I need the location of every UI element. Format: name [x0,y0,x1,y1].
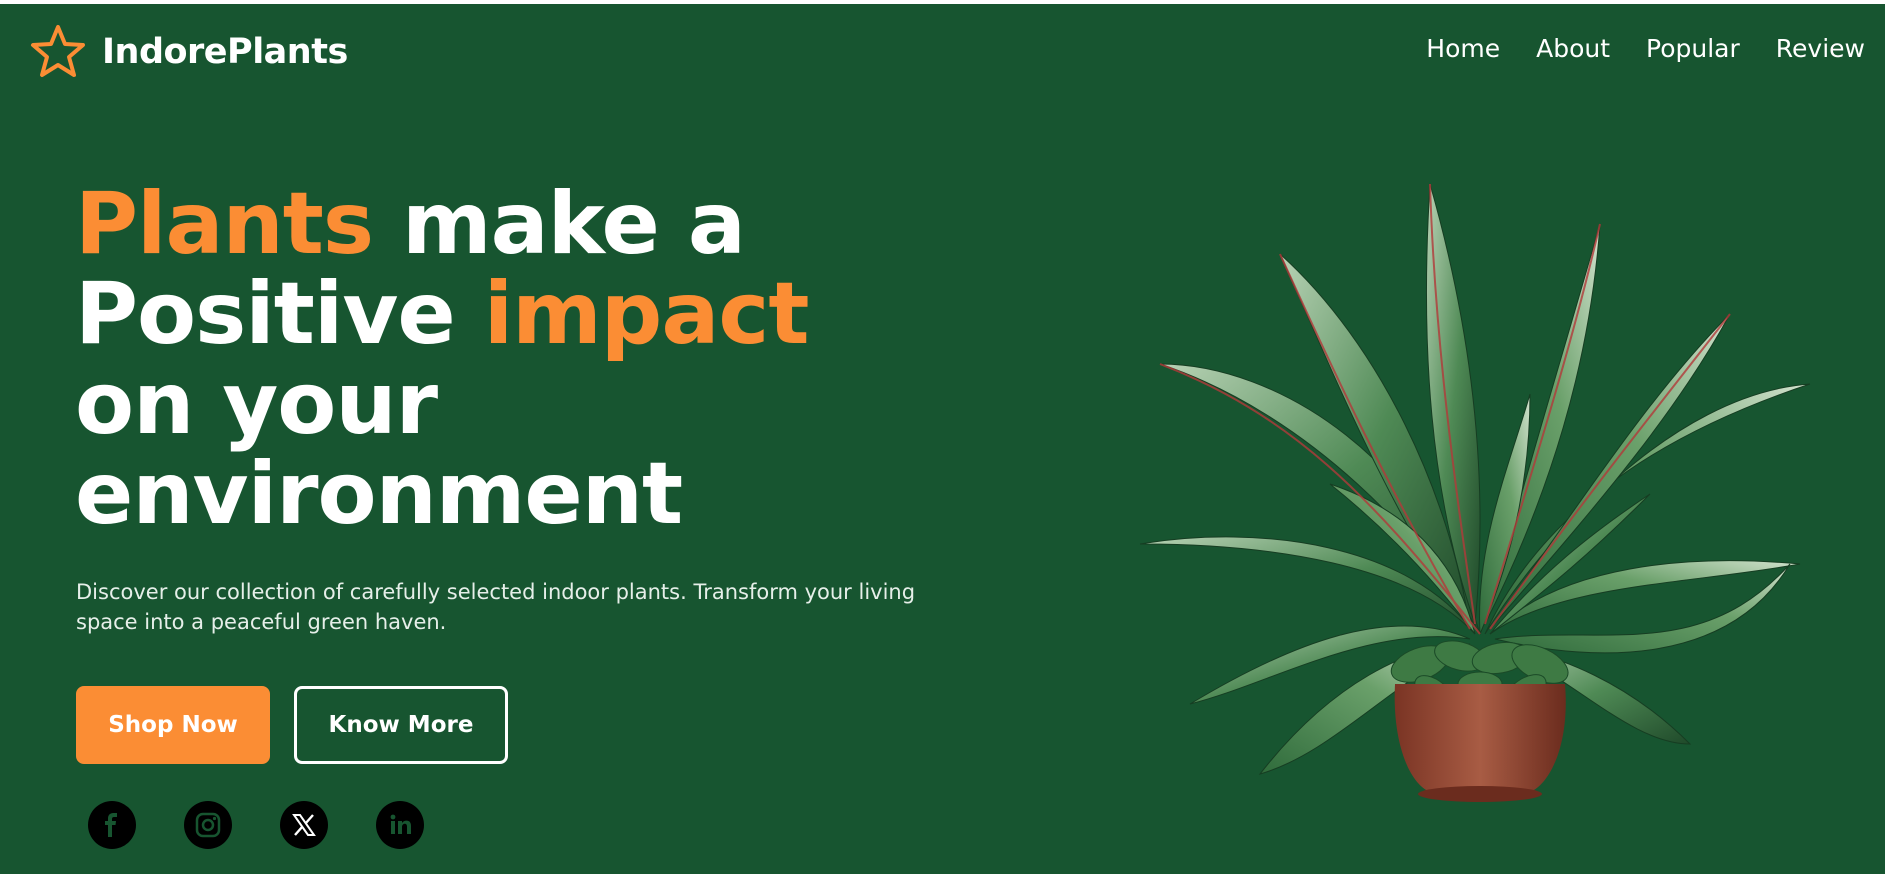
hero-page: IndorePlants Home About Popular Review P… [0,4,1885,874]
brand-logo[interactable]: IndorePlants [30,24,348,80]
star-outline-icon [30,24,86,80]
headline-line2-start: Positive [75,264,484,364]
instagram-icon[interactable] [184,801,232,849]
headline-line4: environment [75,444,683,544]
nav-home-link[interactable]: Home [1426,34,1500,63]
headline-line3: on your [75,354,438,454]
hero-headline: Plants make a Positive impact on your en… [75,179,810,539]
headline-line1-rest: make a [373,174,746,274]
know-more-button[interactable]: Know More [294,686,508,764]
social-links [88,801,424,849]
headline-accent-plants: Plants [75,174,374,274]
shop-now-button[interactable]: Shop Now [76,686,270,764]
main-nav: Home About Popular Review [1426,34,1865,63]
headline-accent-impact: impact [483,264,810,364]
x-icon[interactable] [280,801,328,849]
nav-review-link[interactable]: Review [1776,34,1865,63]
linkedin-icon[interactable] [376,801,424,849]
plant-image [1130,164,1830,804]
brand-name: IndorePlants [102,32,348,72]
facebook-icon[interactable] [88,801,136,849]
nav-popular-link[interactable]: Popular [1646,34,1740,63]
hero-description: Discover our collection of carefully sel… [76,580,916,634]
nav-about-link[interactable]: About [1536,34,1610,63]
